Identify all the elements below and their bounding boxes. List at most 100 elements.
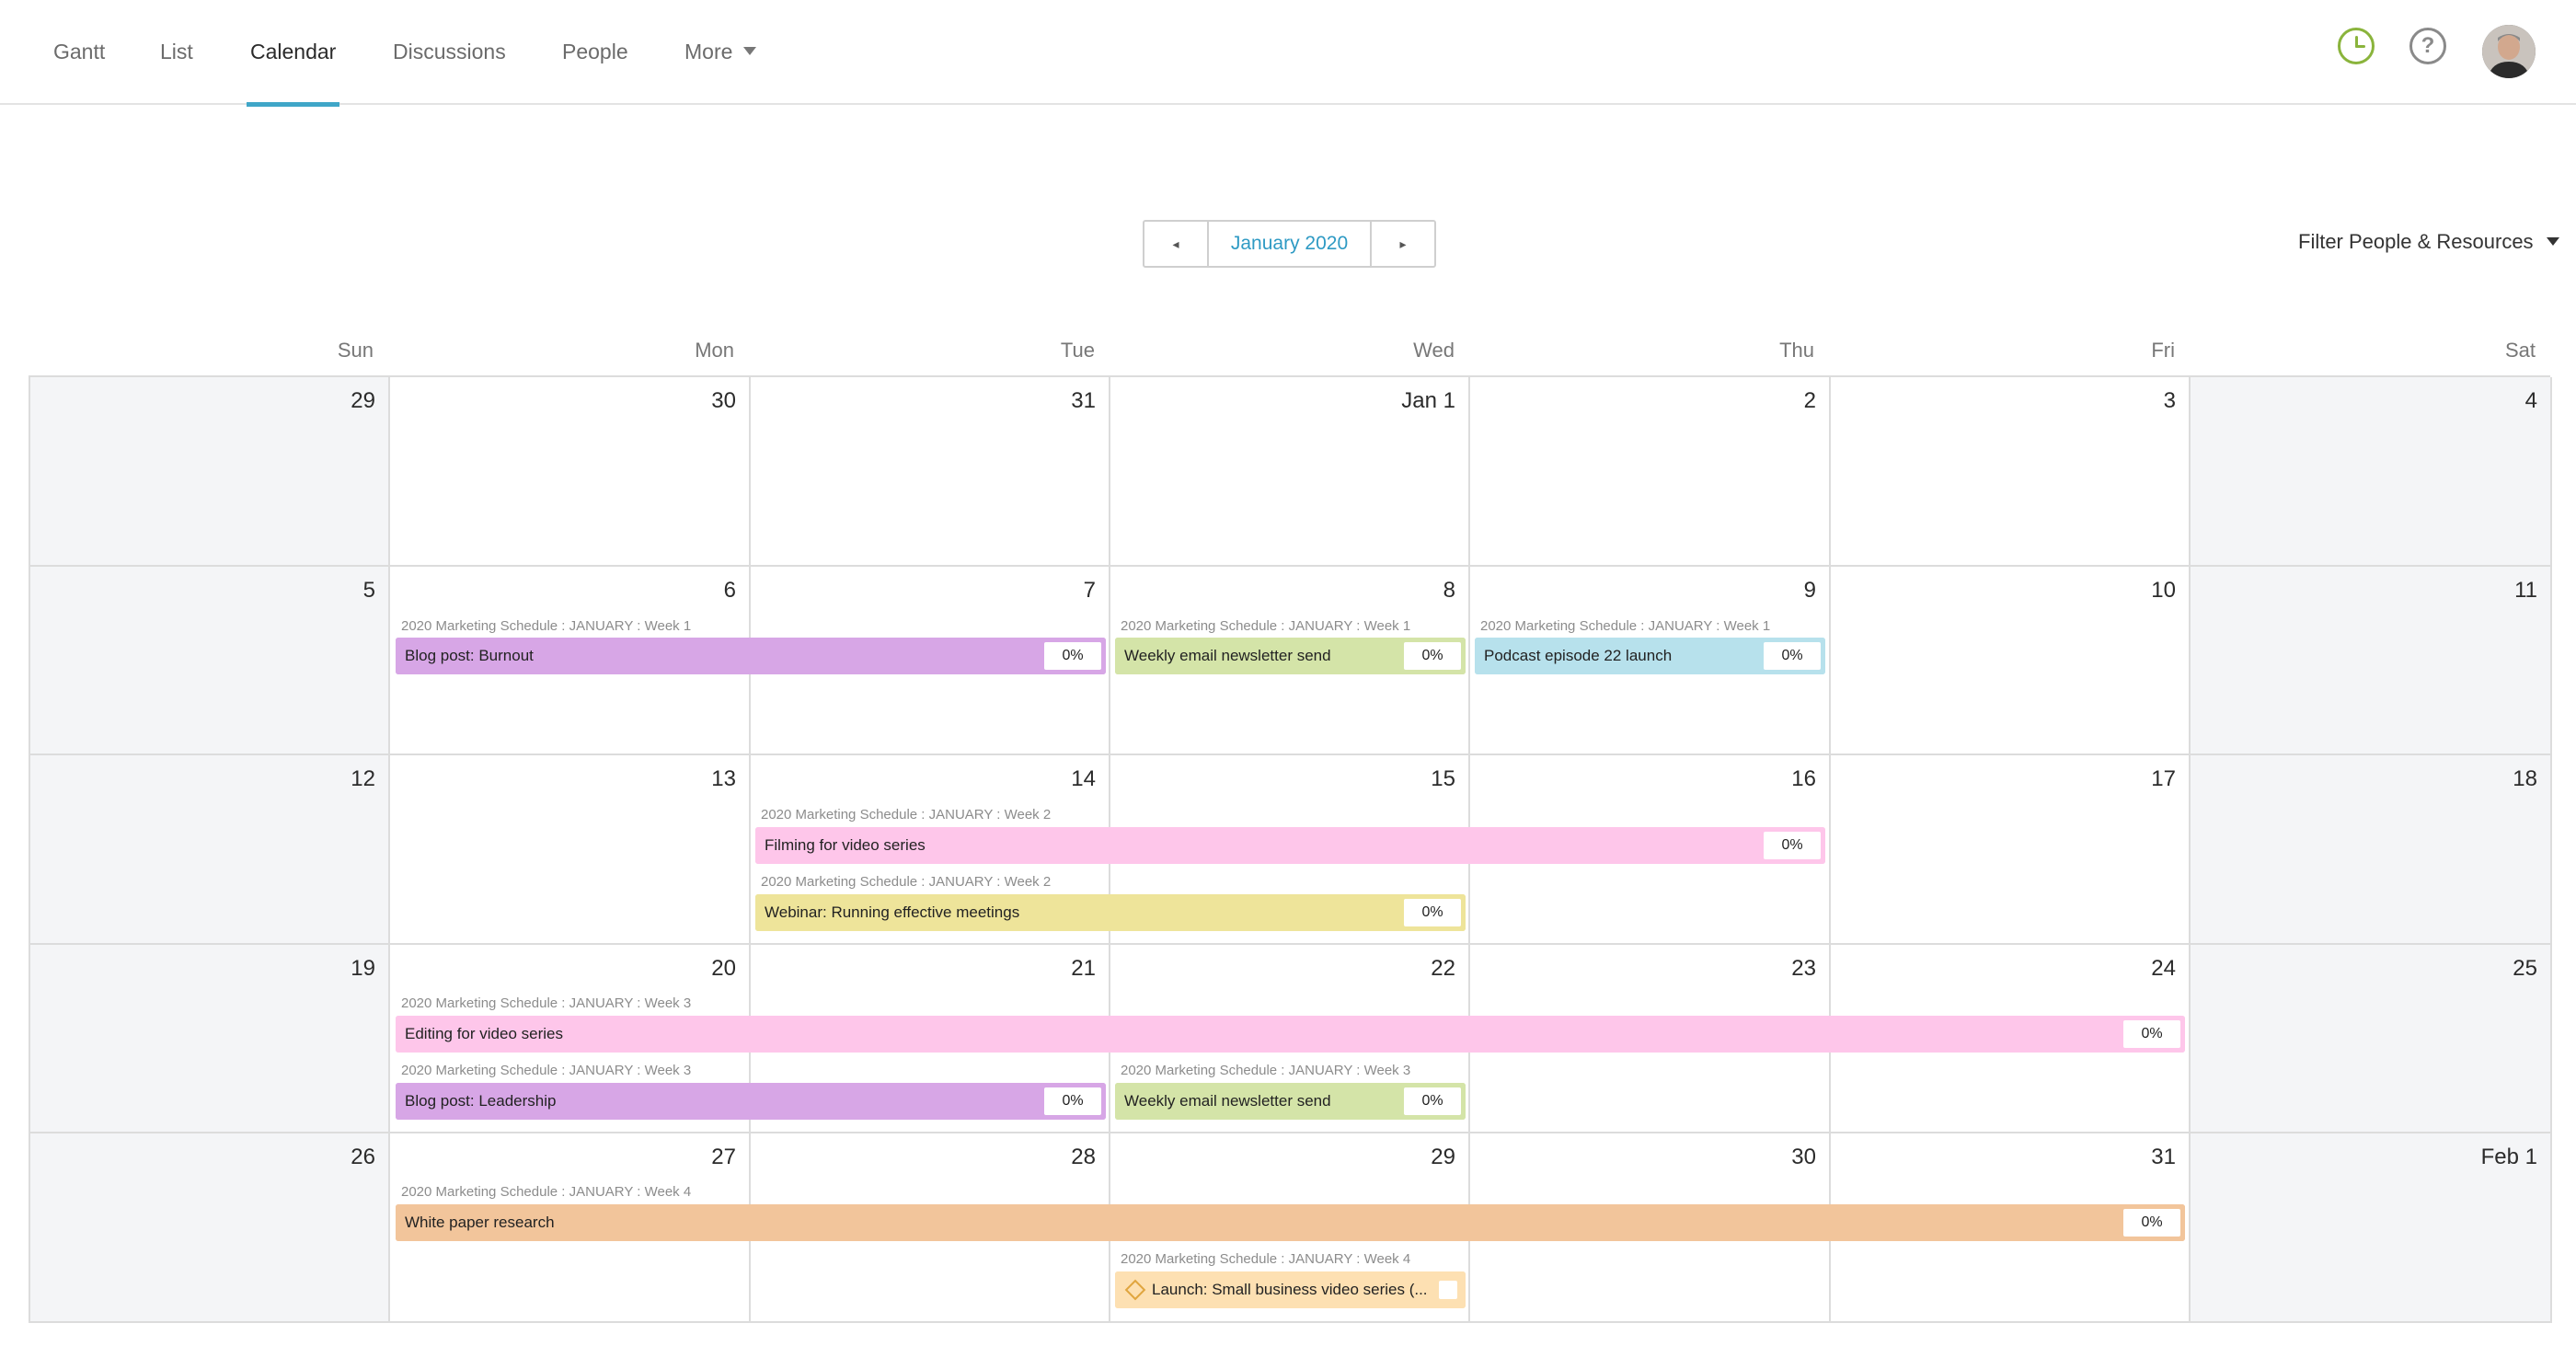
event-progress: 0% (1404, 642, 1461, 670)
tab-people[interactable]: People (562, 0, 628, 105)
event-progress: 0% (1044, 1087, 1101, 1115)
event-progress: 0% (1764, 642, 1821, 670)
tab-gantt[interactable]: Gantt (53, 0, 105, 105)
dow-sat: Sat (2504, 339, 2536, 362)
dow-wed: Wed (1413, 339, 1455, 362)
date-number: 31 (1071, 388, 1096, 413)
date-number: 7 (1083, 578, 1096, 603)
event-progress: 0% (1044, 642, 1101, 670)
event-title: Podcast episode 22 launch (1484, 647, 1673, 664)
event-title: Blog post: Leadership (405, 1092, 557, 1110)
calendar-day-cell[interactable]: 4 (2191, 377, 2552, 567)
milestone-checkbox[interactable] (1439, 1281, 1457, 1299)
current-month-label[interactable]: January 2020 (1209, 222, 1370, 266)
event-bar[interactable]: Blog post: Leadership 0% (396, 1083, 1106, 1120)
next-month-button[interactable]: ▸ (1370, 222, 1434, 266)
date-number: 17 (2151, 766, 2176, 791)
date-number: 22 (1431, 956, 1455, 981)
date-number: 20 (711, 956, 736, 981)
date-number: 16 (1791, 766, 1816, 791)
event-meta: 2020 Marketing Schedule : JANUARY : Week… (1121, 1251, 1411, 1267)
calendar-day-cell[interactable]: 19 (30, 945, 390, 1133)
event-meta: 2020 Marketing Schedule : JANUARY : Week… (1480, 618, 1771, 634)
milestone-diamond-icon (1124, 1279, 1146, 1301)
event-title: Webinar: Running effective meetings (765, 903, 1020, 921)
date-number: 14 (1071, 766, 1096, 791)
event-bar[interactable]: Editing for video series 0% (396, 1016, 2185, 1053)
event-title: Weekly email newsletter send (1124, 1092, 1331, 1110)
milestone-bar[interactable]: Launch: Small business video series (... (1115, 1271, 1466, 1308)
date-number: 21 (1071, 956, 1096, 981)
date-number: 30 (711, 388, 736, 413)
event-title: Launch: Small business video series (... (1152, 1281, 1428, 1298)
calendar-day-cell[interactable]: 13 (390, 755, 751, 945)
calendar-day-cell[interactable]: 2 (1470, 377, 1831, 567)
help-icon[interactable]: ? (2409, 28, 2446, 64)
filter-people-resources[interactable]: Filter People & Resources (2298, 230, 2559, 254)
tab-list[interactable]: List (160, 0, 193, 105)
event-progress: 0% (1404, 899, 1461, 926)
event-meta: 2020 Marketing Schedule : JANUARY : Week… (401, 1184, 692, 1200)
event-meta: 2020 Marketing Schedule : JANUARY : Week… (761, 807, 1052, 823)
calendar-day-cell[interactable]: 5 (30, 567, 390, 755)
event-meta: 2020 Marketing Schedule : JANUARY : Week… (401, 1063, 692, 1078)
calendar-day-cell[interactable]: 31 (751, 377, 1110, 567)
date-number: 24 (2151, 956, 2176, 981)
top-nav: Gantt List Calendar Discussions People M… (0, 0, 2576, 107)
date-number: 15 (1431, 766, 1455, 791)
event-title: Filming for video series (765, 836, 926, 854)
event-bar[interactable]: Blog post: Burnout 0% (396, 638, 1106, 674)
event-bar[interactable]: Filming for video series 0% (755, 827, 1825, 864)
calendar-day-cell[interactable]: Jan 1 (1110, 377, 1470, 567)
calendar-day-cell[interactable]: 10 (1831, 567, 2191, 755)
prev-month-button[interactable]: ◂ (1144, 222, 1209, 266)
event-meta: 2020 Marketing Schedule : JANUARY : Week… (1121, 1063, 1411, 1078)
event-bar[interactable]: Weekly email newsletter send 0% (1115, 1083, 1466, 1120)
clock-icon[interactable] (2338, 28, 2375, 64)
date-number: 26 (351, 1145, 375, 1169)
event-progress: 0% (2123, 1020, 2180, 1048)
date-number: 5 (362, 578, 375, 603)
calendar-day-cell[interactable]: 12 (30, 755, 390, 945)
calendar-day-cell[interactable]: 29 (30, 377, 390, 567)
date-number: 11 (2514, 578, 2537, 603)
event-meta: 2020 Marketing Schedule : JANUARY : Week… (1121, 618, 1411, 634)
calendar-day-cell[interactable]: 3 (1831, 377, 2191, 567)
date-number: Feb 1 (2480, 1145, 2537, 1169)
dow-mon: Mon (695, 339, 734, 362)
calendar-day-cell[interactable]: 11 (2191, 567, 2552, 755)
date-number: 29 (351, 388, 375, 413)
dow-fri: Fri (2151, 339, 2175, 362)
event-bar[interactable]: Podcast episode 22 launch 0% (1475, 638, 1825, 674)
event-meta: 2020 Marketing Schedule : JANUARY : Week… (761, 874, 1052, 890)
date-number: 19 (351, 956, 375, 981)
date-number: Jan 1 (1401, 388, 1455, 413)
calendar-day-cell[interactable]: 17 (1831, 755, 2191, 945)
date-number: 23 (1791, 956, 1816, 981)
date-number: 28 (1071, 1145, 1096, 1169)
tab-calendar[interactable]: Calendar (246, 0, 340, 107)
avatar[interactable] (2482, 25, 2536, 78)
calendar-day-cell[interactable]: 30 (390, 377, 751, 567)
calendar-day-cell[interactable]: 25 (2191, 945, 2552, 1133)
date-number: 12 (351, 766, 375, 791)
date-number: 10 (2151, 578, 2176, 603)
calendar-day-cell[interactable]: 18 (2191, 755, 2552, 945)
event-title: Weekly email newsletter send (1124, 647, 1331, 664)
tab-discussions[interactable]: Discussions (393, 0, 506, 105)
date-number: 27 (711, 1145, 736, 1169)
filter-label: Filter People & Resources (2298, 230, 2534, 253)
dow-sun: Sun (337, 339, 374, 362)
event-bar[interactable]: Weekly email newsletter send 0% (1115, 638, 1466, 674)
calendar-day-cell[interactable]: 26 (30, 1133, 390, 1323)
tab-more[interactable]: More (684, 0, 757, 105)
event-title: Editing for video series (405, 1025, 563, 1042)
event-bar[interactable]: Webinar: Running effective meetings 0% (755, 894, 1466, 931)
event-bar[interactable]: White paper research 0% (396, 1204, 2185, 1241)
dow-tue: Tue (1060, 339, 1095, 362)
event-meta: 2020 Marketing Schedule : JANUARY : Week… (401, 618, 692, 634)
calendar-day-cell[interactable]: Feb 1 (2191, 1133, 2552, 1323)
event-meta: 2020 Marketing Schedule : JANUARY : Week… (401, 995, 692, 1011)
event-title: Blog post: Burnout (405, 647, 534, 664)
date-number: 29 (1431, 1145, 1455, 1169)
